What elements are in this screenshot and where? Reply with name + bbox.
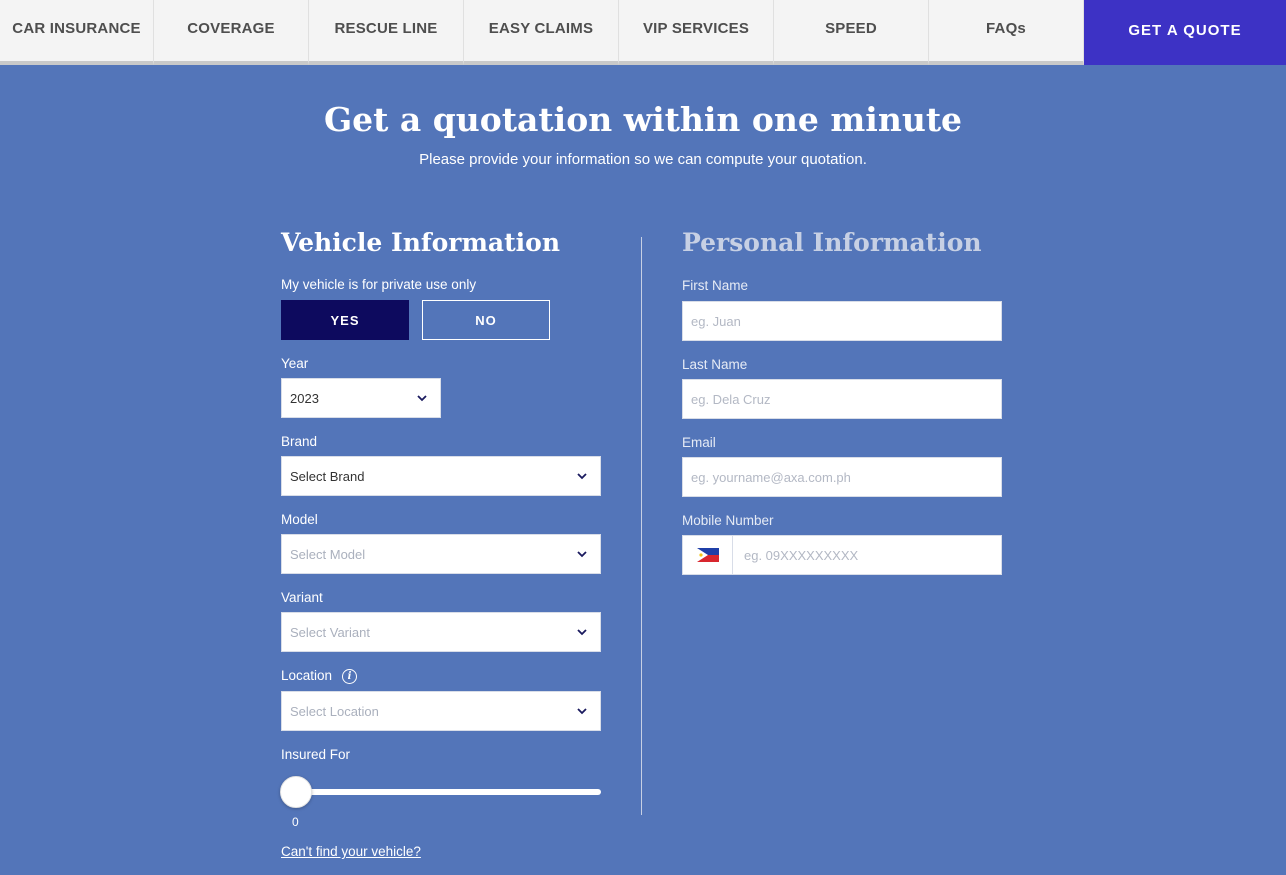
- location-label: Location: [281, 668, 333, 683]
- country-code-selector[interactable]: [683, 536, 733, 574]
- philippines-flag-icon: [696, 548, 719, 562]
- nav-vip-services[interactable]: VIP SERVICES: [619, 0, 774, 65]
- insured-for-label: Insured For: [281, 747, 351, 762]
- email-label: Email: [682, 435, 716, 450]
- info-icon[interactable]: i: [342, 669, 357, 684]
- nav-car-insurance[interactable]: CAR INSURANCE: [0, 0, 154, 65]
- chevron-down-icon: [577, 473, 587, 480]
- chevron-down-icon: [577, 551, 587, 558]
- year-select-value: 2023: [290, 390, 319, 406]
- model-select[interactable]: Select Model: [281, 534, 601, 574]
- year-select[interactable]: 2023: [281, 378, 441, 418]
- insured-for-slider-track[interactable]: [281, 789, 601, 795]
- private-use-no-button[interactable]: NO: [422, 300, 550, 340]
- insured-for-slider-handle[interactable]: [280, 776, 312, 808]
- variant-select-placeholder: Select Variant: [290, 624, 370, 640]
- nav-faqs[interactable]: FAQs: [929, 0, 1084, 65]
- variant-label: Variant: [281, 590, 323, 605]
- location-select-placeholder: Select Location: [290, 703, 379, 719]
- mobile-number-input[interactable]: [733, 536, 1001, 574]
- column-divider: [641, 237, 642, 815]
- year-label: Year: [281, 356, 309, 371]
- personal-section-title: Personal Information: [682, 228, 982, 257]
- brand-label: Brand: [281, 434, 318, 449]
- brand-select[interactable]: Select Brand: [281, 456, 601, 496]
- brand-select-value: Select Brand: [290, 468, 365, 484]
- last-name-input[interactable]: [682, 379, 1002, 419]
- cant-find-vehicle-link[interactable]: Can't find your vehicle?: [281, 844, 421, 859]
- first-name-label: First Name: [682, 278, 749, 293]
- variant-select[interactable]: Select Variant: [281, 612, 601, 652]
- top-nav: CAR INSURANCE COVERAGE RESCUE LINE EASY …: [0, 0, 1286, 65]
- private-use-yes-button[interactable]: YES: [281, 300, 409, 340]
- get-a-quote-button[interactable]: GET A QUOTE: [1084, 0, 1286, 65]
- mobile-number-field: [682, 535, 1002, 575]
- vehicle-section-title: Vehicle Information: [281, 228, 561, 257]
- email-input[interactable]: [682, 457, 1002, 497]
- model-label: Model: [281, 512, 318, 527]
- nav-coverage[interactable]: COVERAGE: [154, 0, 309, 65]
- model-select-placeholder: Select Model: [290, 546, 366, 562]
- chevron-down-icon: [577, 708, 587, 715]
- chevron-down-icon: [577, 629, 587, 636]
- last-name-label: Last Name: [682, 357, 748, 372]
- mobile-number-label: Mobile Number: [682, 513, 774, 528]
- location-select[interactable]: Select Location: [281, 691, 601, 731]
- nav-speed[interactable]: SPEED: [774, 0, 929, 65]
- private-use-label: My vehicle is for private use only: [281, 277, 477, 292]
- chevron-down-icon: [417, 395, 427, 402]
- first-name-input[interactable]: [682, 301, 1002, 341]
- nav-rescue-line[interactable]: RESCUE LINE: [309, 0, 464, 65]
- page-subtitle: Please provide your information so we ca…: [419, 151, 867, 168]
- insured-for-value: 0: [292, 815, 299, 829]
- page-title: Get a quotation within one minute: [323, 100, 963, 139]
- nav-easy-claims[interactable]: EASY CLAIMS: [464, 0, 619, 65]
